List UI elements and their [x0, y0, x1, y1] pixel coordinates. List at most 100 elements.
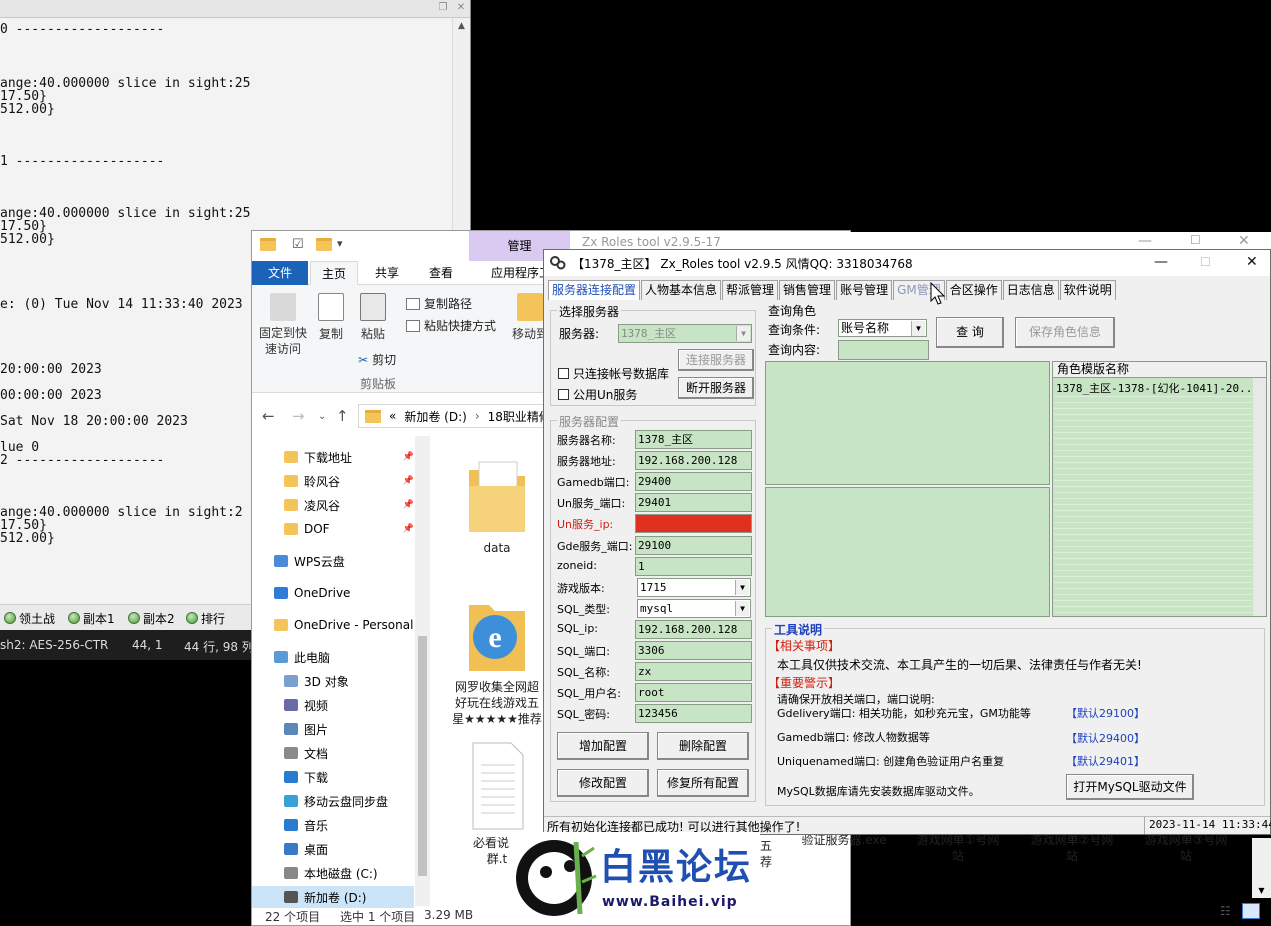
quick-button[interactable]: 领土战: [4, 610, 55, 626]
tab-share[interactable]: 共享: [362, 261, 412, 285]
breadcrumb-drive[interactable]: 新加卷 (D:): [404, 408, 466, 425]
nav-item[interactable]: 视频: [284, 694, 414, 716]
query-result-panel-bottom[interactable]: [765, 487, 1050, 617]
add-config-button[interactable]: 增加配置: [557, 732, 649, 760]
config-input[interactable]: 29400: [635, 472, 752, 491]
save-role-info-button[interactable]: 保存角色信息: [1015, 317, 1115, 348]
tab-logs[interactable]: 日志信息: [1002, 280, 1059, 300]
pin-icon[interactable]: 📌: [403, 524, 414, 534]
minimize-icon[interactable]: —: [1154, 254, 1168, 270]
file-list-scrollbar[interactable]: ▼: [1252, 838, 1271, 898]
close-icon[interactable]: ✕: [1246, 254, 1258, 270]
pin-icon[interactable]: 📌: [403, 500, 414, 510]
file-label[interactable]: 游戏网单②号网 站: [1022, 832, 1122, 864]
query-content-input[interactable]: [838, 340, 929, 360]
restore-icon[interactable]: ❐: [437, 2, 449, 14]
tab-character-info[interactable]: 人物基本信息: [641, 280, 722, 300]
nav-item[interactable]: 图片: [284, 718, 414, 740]
quick-button[interactable]: 副本2: [128, 610, 175, 626]
nav-scrollbar[interactable]: [415, 436, 430, 906]
back-arrow-icon[interactable]: ←: [262, 407, 275, 425]
close-icon[interactable]: ✕: [455, 2, 467, 14]
nav-item[interactable]: 聆风谷 📌: [284, 470, 414, 492]
tab-merge-zone[interactable]: 合区操作: [945, 280, 1002, 300]
nav-item[interactable]: 下载地址 📌: [284, 446, 414, 468]
maximize-icon[interactable]: ☐: [1200, 255, 1211, 269]
connect-server-button[interactable]: 连接服务器: [678, 349, 754, 371]
pin-quick-access-button[interactable]: 固定到快速访问: [256, 293, 310, 357]
scroll-down-icon[interactable]: ▼: [1252, 886, 1271, 895]
file-label[interactable]: 游戏网单①号网 站: [908, 832, 1008, 864]
nav-item[interactable]: 桌面: [284, 838, 414, 860]
nav-item[interactable]: WPS云盘: [274, 550, 414, 572]
config-select[interactable]: mysql ▼: [637, 599, 751, 618]
query-result-panel-top[interactable]: [765, 361, 1050, 485]
tab-view[interactable]: 查看: [416, 261, 466, 285]
list-scrollbar[interactable]: [1253, 378, 1266, 616]
query-button[interactable]: 查 询: [936, 317, 1004, 348]
nav-item[interactable]: 此电脑: [274, 646, 414, 668]
paste-shortcut-button[interactable]: 粘贴快捷方式: [406, 317, 496, 334]
scroll-up-icon[interactable]: ▲: [453, 18, 470, 34]
config-input[interactable]: zx: [635, 662, 752, 681]
tab-file[interactable]: 文件: [252, 261, 308, 285]
nav-item[interactable]: 移动云盘同步盘: [284, 790, 414, 812]
config-input[interactable]: 192.168.200.128: [635, 620, 752, 639]
repair-all-config-button[interactable]: 修复所有配置: [657, 769, 749, 797]
config-input[interactable]: 192.168.200.128: [635, 451, 752, 470]
tab-about[interactable]: 软件说明: [1059, 280, 1116, 300]
file-item-ie[interactable]: e 网罗收集全网超 好玩在线游戏五 星★★★★★推荐: [452, 591, 542, 727]
breadcrumb-folder[interactable]: 18职业精修: [488, 408, 551, 425]
query-condition-select[interactable]: 账号名称 ▼: [838, 319, 927, 337]
breadcrumb-overflow[interactable]: «: [389, 409, 396, 423]
nav-item[interactable]: 本地磁盘 (C:): [284, 862, 414, 884]
pin-icon[interactable]: 📌: [403, 452, 414, 462]
role-template-row[interactable]: 1378_主区-1378-[幻化-1041]-20...: [1056, 380, 1259, 396]
open-mysql-driver-button[interactable]: 打开MySQL驱动文件: [1066, 774, 1194, 800]
forward-arrow-icon[interactable]: →: [292, 407, 305, 425]
server-select[interactable]: 1378_主区 ▼: [618, 324, 752, 343]
close-icon[interactable]: ✕: [1238, 233, 1250, 249]
paste-button[interactable]: 粘贴: [356, 293, 390, 342]
copy-button[interactable]: 复制: [314, 293, 348, 342]
quick-button[interactable]: 排行: [186, 610, 225, 626]
tab-server-connection[interactable]: 服务器连接配置: [548, 280, 641, 300]
minimize-icon[interactable]: —: [1138, 233, 1152, 249]
pin-icon[interactable]: 📌: [403, 476, 414, 486]
config-input[interactable]: 123456: [635, 704, 752, 723]
maximize-icon[interactable]: ☐: [1190, 233, 1201, 247]
config-input[interactable]: 29100: [635, 536, 752, 555]
new-folder-icon[interactable]: [316, 238, 332, 251]
nav-item[interactable]: DOF 📌: [284, 518, 414, 540]
tab-account[interactable]: 账号管理: [836, 280, 893, 300]
tab-guild[interactable]: 帮派管理: [722, 280, 779, 300]
tab-home[interactable]: 主页: [310, 261, 358, 285]
tab-sales[interactable]: 销售管理: [779, 280, 836, 300]
nav-item[interactable]: OneDrive - Personal: [274, 614, 414, 636]
nav-item[interactable]: 文档: [284, 742, 414, 764]
nav-item[interactable]: OneDrive: [274, 582, 414, 604]
scroll-thumb[interactable]: [418, 636, 427, 876]
config-select[interactable]: 1715 ▼: [637, 578, 751, 597]
only-account-db-checkbox[interactable]: 只连接帐号数据库: [558, 365, 669, 382]
details-view-icon[interactable]: ☷: [1220, 904, 1231, 918]
config-input[interactable]: root: [635, 683, 752, 702]
cut-button[interactable]: ✂ 剪切: [358, 351, 396, 368]
properties-icon[interactable]: ☑: [292, 237, 304, 252]
recent-chevron-icon[interactable]: ⌄: [318, 411, 326, 422]
nav-item[interactable]: 音乐: [284, 814, 414, 836]
delete-config-button[interactable]: 删除配置: [657, 732, 749, 760]
config-input[interactable]: 1: [635, 557, 752, 576]
nav-item[interactable]: 凌风谷 📌: [284, 494, 414, 516]
folder-item-data[interactable]: data: [452, 456, 542, 556]
copy-path-button[interactable]: 复制路径: [406, 295, 472, 312]
nav-item[interactable]: 3D 对象: [284, 670, 414, 692]
config-input[interactable]: 3306: [635, 641, 752, 660]
config-input[interactable]: [635, 514, 752, 533]
chevron-down-icon[interactable]: ▾: [337, 237, 343, 250]
config-input[interactable]: 29401: [635, 493, 752, 512]
role-template-list[interactable]: 角色模版名称 1378_主区-1378-[幻化-1041]-20...: [1052, 361, 1267, 617]
large-icons-view-icon[interactable]: [1242, 903, 1260, 919]
file-label[interactable]: 游戏网单③号网 站: [1136, 832, 1236, 864]
disconnect-server-button[interactable]: 断开服务器: [678, 377, 754, 399]
